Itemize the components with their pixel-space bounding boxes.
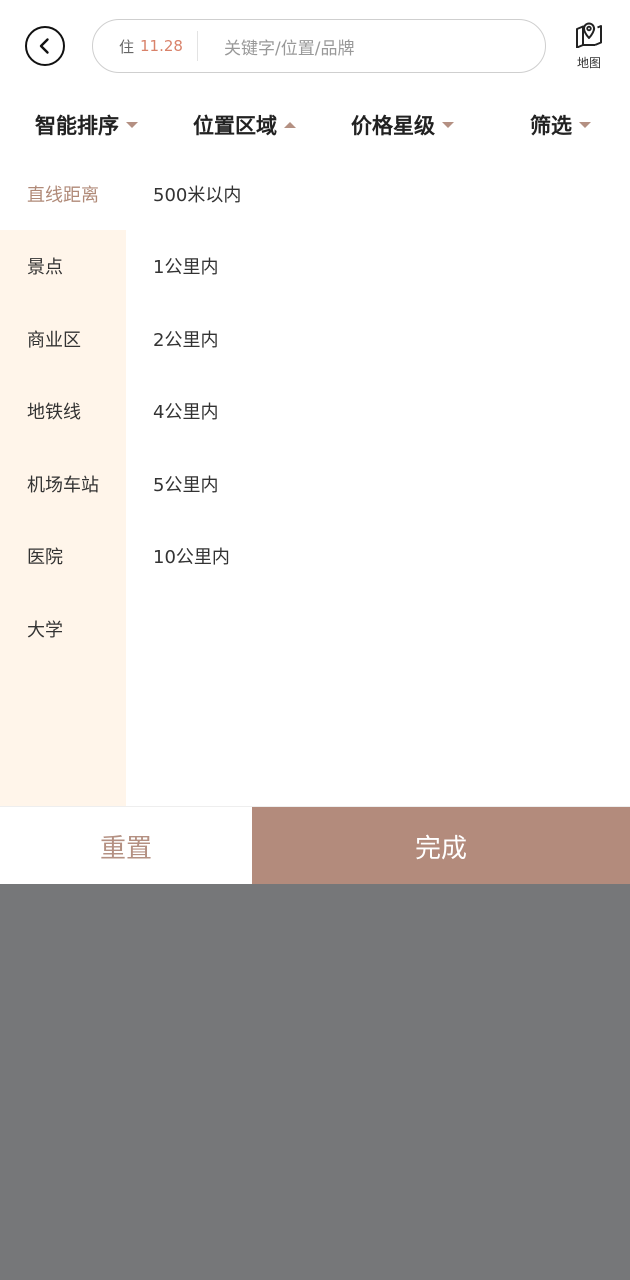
option-label: 500米以内: [153, 185, 242, 206]
option-item[interactable]: 500米以内: [126, 158, 630, 230]
option-item[interactable]: 5公里内: [126, 448, 630, 520]
category-label: 地铁线: [27, 402, 81, 423]
stay-date: 11.28: [140, 37, 183, 55]
category-item-university[interactable]: 大学: [0, 593, 126, 665]
caret-up-icon: [284, 122, 296, 128]
category-label: 景点: [27, 257, 63, 278]
search-input[interactable]: 关键字/位置/品牌: [224, 34, 354, 59]
option-label: 10公里内: [153, 547, 230, 568]
map-label: 地图: [576, 56, 601, 70]
stay-date-selector[interactable]: 住 11.28: [93, 36, 197, 57]
filter-tab-label: 智能排序: [35, 114, 119, 138]
map-button[interactable]: 地图: [566, 20, 612, 74]
search-divider: [197, 31, 198, 61]
dim-overlay[interactable]: [0, 884, 630, 1280]
back-button[interactable]: [25, 26, 65, 66]
reset-button[interactable]: 重置: [0, 807, 252, 885]
option-label: 4公里内: [153, 402, 219, 423]
filter-tab-more[interactable]: 筛选: [530, 110, 591, 140]
caret-down-icon: [442, 122, 454, 128]
search-bar[interactable]: 住 11.28 关键字/位置/品牌: [92, 19, 546, 73]
option-label: 5公里内: [153, 475, 219, 496]
filter-tab-sort[interactable]: 智能排序: [35, 110, 138, 140]
done-button[interactable]: 完成: [252, 807, 630, 885]
option-label: 2公里内: [153, 330, 219, 351]
category-label: 商业区: [27, 330, 81, 351]
filter-tab-label: 位置区域: [193, 114, 277, 138]
option-item[interactable]: 4公里内: [126, 375, 630, 447]
category-item-hospital[interactable]: 医院: [0, 520, 126, 592]
category-label: 机场车站: [27, 475, 99, 496]
stay-prefix: 住: [119, 37, 135, 56]
caret-down-icon: [579, 122, 591, 128]
caret-down-icon: [126, 122, 138, 128]
option-item[interactable]: 2公里内: [126, 303, 630, 375]
option-item[interactable]: 10公里内: [126, 520, 630, 592]
category-item-distance[interactable]: 直线距离: [0, 158, 126, 230]
category-item-metro[interactable]: 地铁线: [0, 375, 126, 447]
option-label: 1公里内: [153, 257, 219, 278]
filter-tab-price[interactable]: 价格星级: [351, 110, 454, 140]
category-label: 大学: [27, 620, 63, 641]
panel-actions: 重置 完成: [0, 806, 630, 885]
category-item-attractions[interactable]: 景点: [0, 230, 126, 302]
category-label: 直线距离: [27, 185, 99, 206]
filter-tab-label: 价格星级: [351, 114, 435, 138]
location-panel: 直线距离 景点 商业区 地铁线 机场车站 医院 大学 500米以内 1公里内 2…: [0, 158, 630, 806]
category-label: 医院: [27, 547, 63, 568]
option-item[interactable]: 1公里内: [126, 230, 630, 302]
filter-tab-location[interactable]: 位置区域: [193, 110, 296, 140]
header: 住 11.28 关键字/位置/品牌 地图: [0, 0, 630, 92]
filter-tab-label: 筛选: [530, 114, 572, 138]
category-list: 直线距离 景点 商业区 地铁线 机场车站 医院 大学: [0, 158, 126, 806]
map-pin-icon: [576, 22, 602, 48]
filter-bar: 智能排序 位置区域 价格星级 筛选: [0, 92, 630, 158]
category-item-business-district[interactable]: 商业区: [0, 303, 126, 375]
chevron-left-icon: [39, 38, 49, 54]
category-item-airport-station[interactable]: 机场车站: [0, 448, 126, 520]
